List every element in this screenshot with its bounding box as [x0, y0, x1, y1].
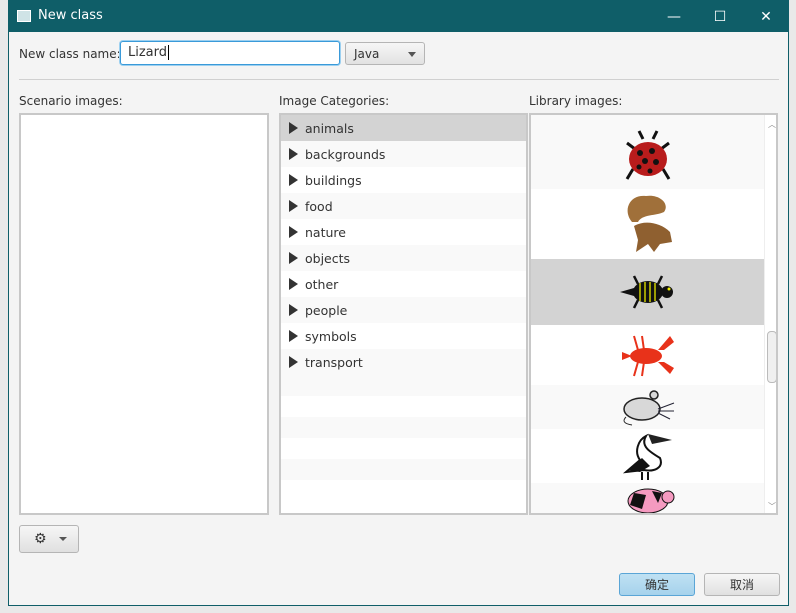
- category-item-transport[interactable]: transport: [281, 349, 526, 375]
- library-scrollbar[interactable]: ︿ ﹀: [764, 115, 776, 513]
- lizard-image: [619, 275, 673, 309]
- pig-image: [627, 488, 674, 513]
- expand-arrow-icon[interactable]: [289, 252, 298, 264]
- empty-row: [281, 396, 526, 417]
- app-icon: [17, 10, 31, 22]
- scenario-images-label: Scenario images:: [19, 94, 123, 108]
- category-label: backgrounds: [305, 146, 386, 162]
- category-item-food[interactable]: food: [281, 193, 526, 219]
- squirrel-image: [627, 195, 672, 252]
- library-images-list[interactable]: ︿ ﹀: [529, 113, 778, 515]
- scenario-images-list[interactable]: [19, 113, 269, 515]
- empty-row: [281, 438, 526, 459]
- mouse-image: [622, 390, 674, 426]
- scroll-up-arrow[interactable]: ︿: [768, 119, 776, 130]
- category-item-backgrounds[interactable]: backgrounds: [281, 141, 526, 167]
- gear-icon: ⚙: [34, 531, 47, 547]
- ladybug-image: [625, 130, 670, 180]
- chevron-down-icon: [58, 537, 67, 541]
- expand-arrow-icon[interactable]: [289, 122, 298, 134]
- library-item-mouse[interactable]: [531, 385, 764, 429]
- empty-row: [281, 417, 526, 438]
- library-images-label: Library images:: [529, 94, 623, 108]
- expand-arrow-icon[interactable]: [289, 304, 298, 316]
- expand-arrow-icon[interactable]: [289, 356, 298, 368]
- library-item-ladybug[interactable]: [531, 125, 764, 189]
- category-item-nature[interactable]: nature: [281, 219, 526, 245]
- title-bar: New class — ☐ ✕: [9, 1, 788, 32]
- expand-arrow-icon[interactable]: [289, 226, 298, 238]
- category-item-animals[interactable]: animals: [281, 115, 526, 141]
- category-label: buildings: [305, 172, 362, 188]
- category-label: other: [305, 276, 339, 292]
- class-name-label: New class name:: [19, 47, 121, 61]
- expand-arrow-icon[interactable]: [289, 174, 298, 186]
- scroll-down-arrow[interactable]: ﹀: [768, 501, 776, 512]
- library-item-squirrel[interactable]: [531, 189, 764, 259]
- divider: [19, 79, 779, 80]
- library-item-pig[interactable]: [531, 483, 764, 513]
- category-label: objects: [305, 250, 351, 266]
- cancel-button[interactable]: 取消: [704, 573, 780, 596]
- category-label: food: [305, 198, 333, 214]
- language-select[interactable]: Java: [345, 42, 425, 65]
- image-categories-label: Image Categories:: [279, 94, 390, 108]
- ok-button[interactable]: 确定: [619, 573, 695, 596]
- minimize-button[interactable]: —: [651, 1, 697, 32]
- expand-arrow-icon[interactable]: [289, 200, 298, 212]
- window-title: New class: [38, 8, 103, 23]
- expand-arrow-icon[interactable]: [289, 278, 298, 290]
- expand-arrow-icon[interactable]: [289, 330, 298, 342]
- gear-menu-button[interactable]: ⚙: [19, 525, 79, 553]
- empty-row: [281, 459, 526, 480]
- category-item-buildings[interactable]: buildings: [281, 167, 526, 193]
- image-categories-list[interactable]: animals backgrounds buildings food nature obj…: [279, 113, 528, 515]
- library-item-lobster[interactable]: [531, 325, 764, 385]
- category-label: people: [305, 302, 348, 318]
- expand-arrow-icon[interactable]: [289, 148, 298, 160]
- empty-row: [281, 375, 526, 396]
- category-label: symbols: [305, 328, 357, 344]
- library-item-pelican[interactable]: [531, 429, 764, 483]
- new-class-dialog: New class — ☐ ✕ New class name: Lizard J…: [8, 0, 789, 606]
- language-value: Java: [354, 47, 380, 61]
- category-item-other[interactable]: other: [281, 271, 526, 297]
- class-name-value: Lizard: [128, 45, 168, 60]
- close-button[interactable]: ✕: [743, 1, 789, 32]
- category-label: animals: [305, 120, 354, 136]
- category-item-people[interactable]: people: [281, 297, 526, 323]
- chevron-down-icon: [408, 52, 416, 57]
- class-name-input[interactable]: Lizard: [120, 41, 340, 65]
- category-label: nature: [305, 224, 346, 240]
- library-item-lizard[interactable]: [531, 259, 764, 325]
- lobster-image: [621, 335, 674, 377]
- maximize-button[interactable]: ☐: [697, 1, 743, 32]
- scrollbar-thumb[interactable]: [767, 331, 776, 383]
- pelican-image: [622, 433, 672, 480]
- category-label: transport: [305, 354, 363, 370]
- category-item-symbols[interactable]: symbols: [281, 323, 526, 349]
- category-item-objects[interactable]: objects: [281, 245, 526, 271]
